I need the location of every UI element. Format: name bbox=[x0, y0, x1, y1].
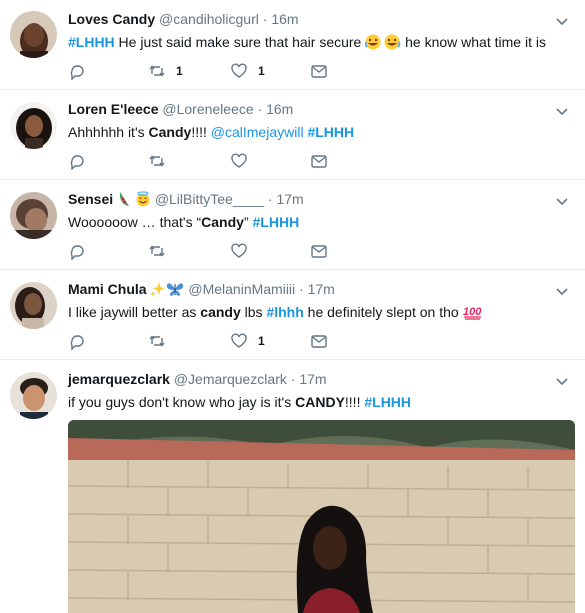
hashtag-link[interactable]: #lhhh bbox=[266, 304, 303, 320]
separator: · bbox=[262, 11, 268, 27]
like-icon bbox=[231, 63, 247, 78]
direct-message-button[interactable] bbox=[310, 151, 328, 171]
hundred-points-emoji-icon: 100 bbox=[463, 304, 483, 325]
tweet-header: Loves Candy @candiholicgurl · 16m bbox=[68, 10, 555, 30]
svg-text:100: 100 bbox=[463, 306, 482, 318]
avatar[interactable] bbox=[10, 372, 57, 419]
sparkles-emoji-icon bbox=[150, 281, 166, 301]
username[interactable]: @candiholicgurl bbox=[159, 11, 259, 27]
retweet-icon bbox=[149, 65, 165, 77]
direct-message-button[interactable] bbox=[310, 331, 328, 351]
like-icon bbox=[231, 153, 247, 168]
retweet-button[interactable] bbox=[148, 151, 176, 171]
reply-icon bbox=[70, 335, 84, 350]
retweet-button[interactable]: 1 bbox=[148, 61, 183, 81]
avatar[interactable] bbox=[10, 282, 57, 329]
chevron-down-icon[interactable] bbox=[555, 14, 569, 28]
retweet-icon bbox=[149, 155, 165, 167]
tweet-actions: 1 bbox=[68, 331, 368, 351]
retweet-count: 1 bbox=[176, 64, 183, 78]
tweet-actions bbox=[68, 151, 368, 171]
tweet-actions bbox=[68, 241, 368, 261]
retweet-icon bbox=[149, 335, 165, 347]
tweet[interactable]: Mami Chula @MelaninMamiiii · 17m I like … bbox=[0, 270, 585, 360]
hashtag-link[interactable]: #LHHH bbox=[364, 394, 411, 410]
timestamp[interactable]: 17m bbox=[308, 281, 335, 297]
chevron-down-icon[interactable] bbox=[555, 104, 569, 118]
avatar[interactable] bbox=[10, 11, 57, 58]
display-name[interactable]: Loves Candy bbox=[68, 11, 155, 27]
direct-message-button[interactable] bbox=[310, 241, 328, 261]
reply-icon bbox=[70, 245, 84, 260]
retweet-icon bbox=[149, 245, 165, 257]
avatar[interactable] bbox=[10, 102, 57, 149]
timestamp[interactable]: 16m bbox=[266, 101, 293, 117]
tweet-photo[interactable] bbox=[68, 420, 575, 613]
tweet-text: I like jaywill better as candy lbs #lhhh… bbox=[68, 303, 555, 325]
chevron-down-icon[interactable] bbox=[555, 374, 569, 388]
display-name[interactable]: Sensei bbox=[68, 191, 113, 207]
dm-icon bbox=[311, 155, 327, 168]
separator: · bbox=[267, 191, 273, 207]
tweet-text: if you guys don't know who jay is it's C… bbox=[68, 394, 412, 410]
like-icon bbox=[231, 243, 247, 258]
timestamp[interactable]: 17m bbox=[276, 191, 303, 207]
dm-icon bbox=[311, 65, 327, 78]
display-name[interactable]: Loren E'leece bbox=[68, 101, 158, 117]
mention-link[interactable]: @calImejaywill bbox=[211, 124, 304, 140]
tweet-actions: 1 1 bbox=[68, 61, 368, 81]
timestamp[interactable]: 17m bbox=[299, 371, 326, 387]
like-button[interactable] bbox=[230, 151, 258, 171]
retweet-button[interactable] bbox=[148, 241, 176, 261]
reply-icon bbox=[70, 155, 84, 170]
tweet-header: jemarquezclark @Jemarquezclark · 17m bbox=[68, 370, 555, 390]
chevron-down-icon[interactable] bbox=[555, 284, 569, 298]
tweet[interactable]: Sensei @LilBittyTee____ · 17m Woooooow …… bbox=[0, 180, 585, 270]
tears-of-joy-emoji-icon bbox=[364, 34, 401, 55]
hashtag-link[interactable]: #LHHH bbox=[253, 214, 300, 230]
separator: · bbox=[290, 371, 296, 387]
tweet-text: Ahhhhhh it's Candy!!!! @calImejaywill #L… bbox=[68, 124, 355, 140]
like-button[interactable]: 1 bbox=[230, 331, 265, 351]
reply-button[interactable] bbox=[68, 61, 86, 81]
display-name[interactable]: jemarquezclark bbox=[68, 371, 170, 387]
username[interactable]: @LilBittyTee____ bbox=[155, 191, 264, 207]
username[interactable]: @MelaninMamiiii bbox=[188, 281, 295, 297]
tweet-text: Woooooow … that's “Candy” #LHHH bbox=[68, 214, 300, 230]
avatar[interactable] bbox=[10, 192, 57, 239]
tweet-feed: Loves Candy @candiholicgurl · 16m #LHHH … bbox=[0, 0, 585, 613]
tweet[interactable]: Loren E'leece @Loreneleece · 16m Ahhhhhh… bbox=[0, 90, 585, 180]
username[interactable]: @Loreneleece bbox=[162, 101, 253, 117]
tweet-header: Sensei @LilBittyTee____ · 17m bbox=[68, 190, 555, 210]
watermelon-emoji-icon bbox=[117, 191, 131, 211]
dm-icon bbox=[311, 245, 327, 258]
tweet-header: Mami Chula @MelaninMamiiii · 17m bbox=[68, 280, 555, 300]
chevron-down-icon[interactable] bbox=[555, 194, 569, 208]
retweet-button[interactable] bbox=[148, 331, 176, 351]
reply-button[interactable] bbox=[68, 151, 86, 171]
separator: · bbox=[299, 281, 304, 297]
hashtag-link[interactable]: #LHHH bbox=[68, 34, 115, 50]
like-button[interactable] bbox=[230, 241, 258, 261]
hashtag-link[interactable]: #LHHH bbox=[307, 124, 354, 140]
butterfly-emoji-icon bbox=[166, 281, 184, 301]
separator: · bbox=[257, 101, 263, 117]
display-name[interactable]: Mami Chula bbox=[68, 281, 147, 297]
like-icon bbox=[231, 333, 247, 348]
dm-icon bbox=[311, 335, 327, 348]
tweet-text: #LHHH He just said make sure that hair s… bbox=[68, 33, 555, 55]
reply-button[interactable] bbox=[68, 241, 86, 261]
timestamp[interactable]: 16m bbox=[271, 11, 298, 27]
direct-message-button[interactable] bbox=[310, 61, 328, 81]
reply-icon bbox=[70, 65, 84, 80]
like-button[interactable]: 1 bbox=[230, 61, 265, 81]
reply-button[interactable] bbox=[68, 331, 86, 351]
tweet-header: Loren E'leece @Loreneleece · 16m bbox=[68, 100, 555, 120]
like-count: 1 bbox=[258, 64, 265, 78]
like-count: 1 bbox=[258, 334, 265, 348]
username[interactable]: @Jemarquezclark bbox=[174, 371, 287, 387]
smiling-halo-emoji-icon bbox=[135, 191, 151, 211]
tweet[interactable]: Loves Candy @candiholicgurl · 16m #LHHH … bbox=[0, 0, 585, 90]
